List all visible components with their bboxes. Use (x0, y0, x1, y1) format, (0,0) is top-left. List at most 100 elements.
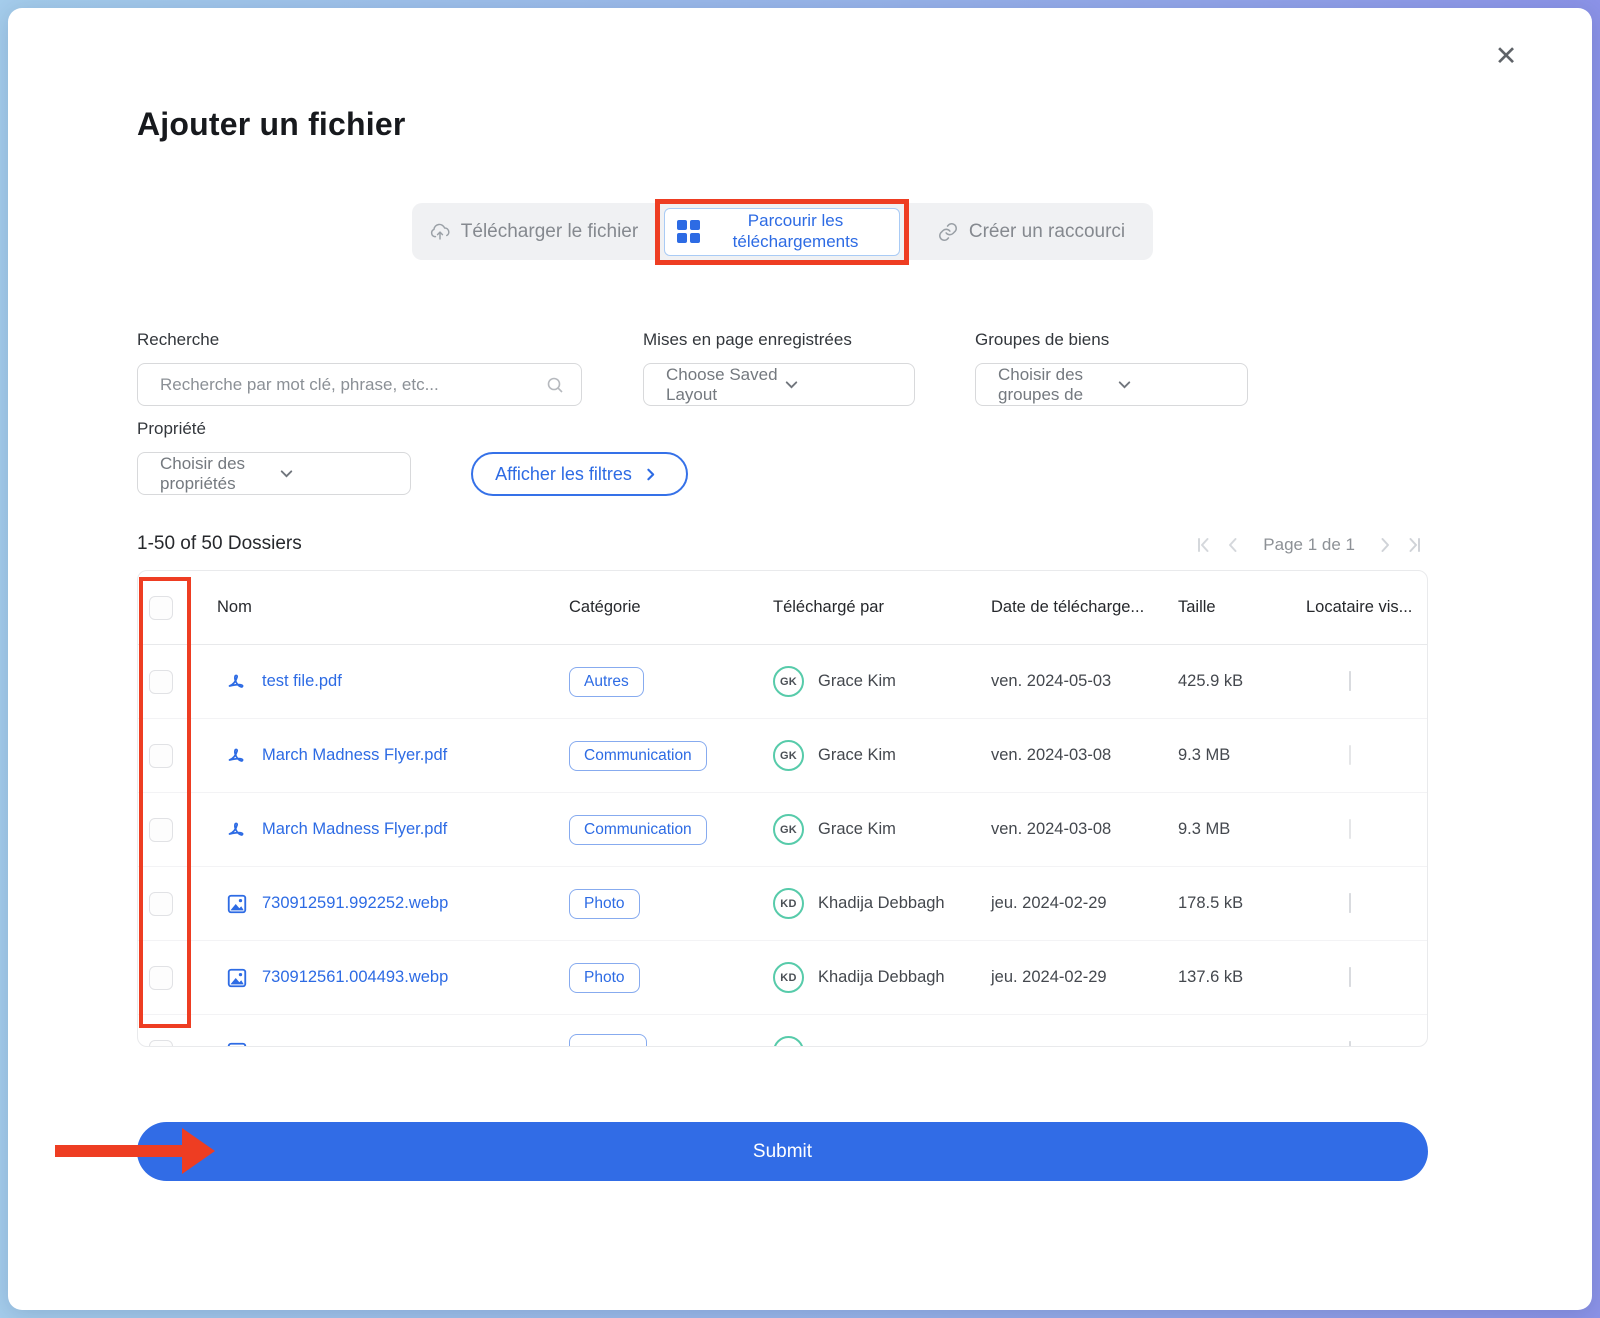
upload-date: ven. 2024-05-03 (991, 672, 1178, 691)
table-row-partial (138, 1015, 1427, 1047)
tab-shortcut-label: Créer un raccourci (969, 221, 1125, 243)
cloud-upload-icon (429, 218, 451, 245)
avatar: GK (773, 814, 804, 845)
search-field (137, 363, 582, 406)
header-tenant-visible: Locataire vis... (1306, 598, 1427, 617)
avatar: KD (773, 888, 804, 919)
show-filters-label: Afficher les filtres (495, 464, 632, 485)
show-filters-button[interactable]: Afficher les filtres (471, 452, 688, 496)
submit-button[interactable]: Submit (137, 1122, 1428, 1181)
property-groups-value: Choisir des groupes de (998, 365, 1116, 405)
table-row: 730912561.004493.webp Photo KD Khadija D… (138, 941, 1427, 1015)
avatar: KD (773, 962, 804, 993)
property-groups-select[interactable]: Choisir des groupes de (975, 363, 1248, 406)
next-page-icon[interactable] (1375, 535, 1395, 555)
red-arrow-head (182, 1128, 215, 1174)
previous-page-icon[interactable] (1223, 535, 1243, 555)
saved-layouts-label: Mises en page enregistrées (643, 330, 852, 350)
file-name-link[interactable]: test file.pdf (262, 672, 342, 691)
table-row: 730912591.992252.webp Photo KD Khadija D… (138, 867, 1427, 941)
uploader-name: Grace Kim (818, 820, 896, 839)
tab-browse-label: Parcourir les téléchargements (700, 211, 891, 251)
file-size: 9.3 MB (1178, 746, 1306, 765)
files-table: Nom Catégorie Téléchargé par Date de tél… (137, 570, 1428, 1047)
page-backdrop: ✕ Ajouter un fichier Télécharger le fich… (0, 0, 1600, 1318)
first-page-icon[interactable] (1193, 535, 1213, 555)
header-uploaded-by: Téléchargé par (773, 598, 991, 617)
tab-upload-label: Télécharger le fichier (461, 221, 638, 243)
category-badge: Communication (569, 741, 707, 771)
table-row: March Madness Flyer.pdf Communication GK… (138, 793, 1427, 867)
header-date: Date de télécharge... (991, 598, 1178, 617)
avatar: GK (773, 666, 804, 697)
avatar (773, 1036, 804, 1047)
category-badge (569, 1034, 647, 1047)
property-value: Choisir des propriétés (160, 454, 278, 494)
tab-upload-file[interactable]: Télécharger le fichier (412, 203, 655, 260)
tenant-visible-checkbox (1349, 671, 1351, 691)
tab-browse-uploads[interactable]: Parcourir les téléchargements (664, 208, 900, 256)
file-name-link[interactable]: 730912561.004493.webp (262, 968, 448, 987)
file-size: 137.6 kB (1178, 968, 1306, 987)
uploader-name: Khadija Debbagh (818, 968, 945, 987)
last-page-icon[interactable] (1405, 535, 1425, 555)
row-checkbox[interactable] (149, 670, 173, 694)
upload-date: ven. 2024-03-08 (991, 746, 1178, 765)
pagination: Page 1 de 1 (1193, 535, 1425, 555)
property-groups-label: Groupes de biens (975, 330, 1109, 350)
tenant-visible-checkbox (1349, 893, 1351, 913)
page-indicator: Page 1 de 1 (1263, 535, 1355, 555)
tenant-visible-checkbox (1349, 819, 1351, 839)
page-title: Ajouter un fichier (137, 106, 406, 143)
upload-date: jeu. 2024-02-29 (991, 968, 1178, 987)
pdf-file-icon (226, 745, 248, 767)
property-select[interactable]: Choisir des propriétés (137, 452, 411, 495)
row-checkbox[interactable] (149, 1040, 173, 1048)
image-file-icon (226, 967, 248, 989)
table-body: test file.pdf Autres GK Grace Kim ven. 2… (138, 645, 1427, 1047)
category-badge: Photo (569, 963, 640, 993)
search-label: Recherche (137, 330, 219, 350)
uploader-name: Grace Kim (818, 746, 896, 765)
file-name-link[interactable]: March Madness Flyer.pdf (262, 746, 447, 765)
red-annotation-tab-box: Parcourir les téléchargements (655, 199, 909, 265)
table-header-row: Nom Catégorie Téléchargé par Date de tél… (138, 571, 1427, 645)
results-count: 1-50 of 50 Dossiers (137, 533, 302, 555)
file-name-link[interactable]: 730912591.992252.webp (262, 894, 448, 913)
grid-icon (677, 220, 700, 243)
file-name-link[interactable]: March Madness Flyer.pdf (262, 820, 447, 839)
chevron-down-icon (1116, 376, 1234, 393)
tenant-visible-checkbox (1349, 1041, 1351, 1047)
close-icon[interactable]: ✕ (1490, 40, 1522, 72)
image-file-icon (226, 893, 248, 915)
search-input[interactable] (160, 375, 545, 395)
tab-bar: Télécharger le fichier Parcourir les tél… (412, 203, 1153, 260)
header-name: Nom (211, 598, 569, 617)
upload-date: jeu. 2024-02-29 (991, 894, 1178, 913)
select-all-checkbox[interactable] (149, 596, 173, 620)
red-arrow-annotation (55, 1145, 185, 1157)
avatar: GK (773, 740, 804, 771)
chevron-right-icon (642, 466, 664, 483)
category-badge: Communication (569, 815, 707, 845)
chevron-down-icon (783, 376, 900, 393)
tab-create-shortcut[interactable]: Créer un raccourci (909, 203, 1153, 260)
table-row: March Madness Flyer.pdf Communication GK… (138, 719, 1427, 793)
row-checkbox[interactable] (149, 744, 173, 768)
table-row: test file.pdf Autres GK Grace Kim ven. 2… (138, 645, 1427, 719)
chevron-down-icon (278, 465, 396, 482)
row-checkbox[interactable] (149, 966, 173, 990)
add-file-modal: ✕ Ajouter un fichier Télécharger le fich… (8, 8, 1592, 1310)
category-badge: Photo (569, 889, 640, 919)
pdf-file-icon (226, 671, 248, 693)
row-checkbox[interactable] (149, 892, 173, 916)
saved-layout-select[interactable]: Choose Saved Layout (643, 363, 915, 406)
row-checkbox[interactable] (149, 818, 173, 842)
image-file-icon (226, 1041, 248, 1048)
saved-layout-value: Choose Saved Layout (666, 365, 783, 405)
header-category: Catégorie (569, 598, 773, 617)
category-badge: Autres (569, 667, 644, 697)
property-label: Propriété (137, 419, 206, 439)
tenant-visible-checkbox (1349, 745, 1351, 765)
header-size: Taille (1178, 598, 1306, 617)
